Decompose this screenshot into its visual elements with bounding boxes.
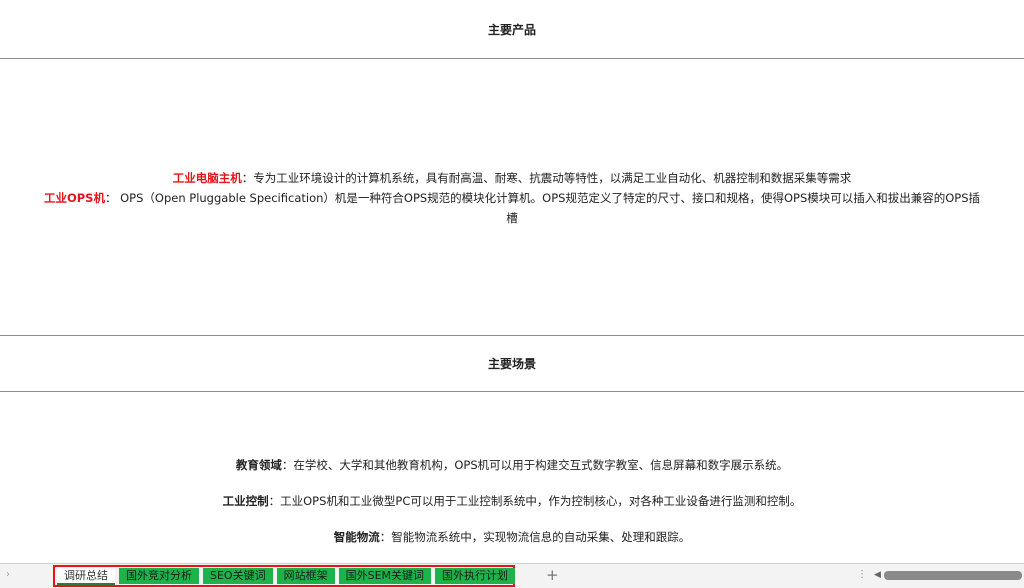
scenes-header: 主要场景	[487, 357, 536, 371]
products-header: 主要产品	[487, 22, 536, 37]
term-industrial-control: 工业控制	[222, 494, 269, 508]
desc-education: 在学校、大学和其他教育机构，OPS机可以用于构建交互式数字教室、信息屏幕和数字展…	[293, 458, 789, 472]
triangle-left-icon[interactable]: ◀	[874, 570, 881, 580]
tab-competitor-analysis[interactable]: 国外竞对分析	[119, 568, 199, 584]
tab-sem-keywords[interactable]: 国外SEM关键词	[338, 568, 432, 584]
products-header-cell[interactable]: 主要产品	[0, 0, 1024, 59]
scene-line-logistics: 智能物流：智能物流系统中，实现物流信息的自动采集、处理和跟踪。	[333, 530, 691, 544]
desc-industrial-control: 工业OPS机和工业微型PC可以用于工业控制系统中，作为控制核心，对各种工业设备进…	[280, 494, 802, 508]
sheet-tab-bar: › 调研总结 国外竞对分析 SEO关键词 网站框架 国外SEM关键词 国外执行计…	[0, 563, 1024, 588]
scene-line-industrial-control: 工业控制：工业OPS机和工业微型PC可以用于工业控制系统中，作为控制核心，对各种…	[222, 494, 802, 508]
desc-industrial-pc: 专为工业环境设计的计算机系统，具有耐高温、耐寒、抗震动等特性，以满足工业自动化、…	[253, 171, 852, 185]
scenes-header-cell[interactable]: 主要场景	[0, 335, 1024, 392]
horizontal-scrollbar[interactable]	[884, 571, 1022, 580]
chevron-right-icon[interactable]: ›	[6, 569, 10, 580]
term-education: 教育领域	[235, 458, 282, 472]
term-ops: 工业OPS机	[43, 191, 105, 205]
product-line-ops: 工业OPS机： OPS（Open Pluggable Specification…	[0, 188, 1024, 228]
desc-ops: OPS（Open Pluggable Specification）机是一种符合O…	[116, 191, 981, 205]
desc-logistics: 智能物流系统中，实现物流信息的自动采集、处理和跟踪。	[391, 530, 691, 544]
tab-seo-keywords[interactable]: SEO关键词	[203, 568, 273, 584]
scene-line-education: 教育领域：在学校、大学和其他教育机构，OPS机可以用于构建交互式数字教室、信息屏…	[235, 458, 789, 472]
term-logistics: 智能物流	[333, 530, 380, 544]
term-industrial-pc: 工业电脑主机	[172, 171, 242, 185]
spreadsheet-grid[interactable]: 主要产品 主要场景 工业电脑主机：专为工业环境设计的计算机系统，具有耐高温、耐寒…	[0, 0, 1024, 563]
sheet-tabs-highlight: 调研总结 国外竞对分析 SEO关键词 网站框架 国外SEM关键词 国外执行计划	[53, 565, 516, 587]
tab-research-summary[interactable]: 调研总结	[57, 567, 115, 585]
tab-execution-plan[interactable]: 国外执行计划	[435, 568, 516, 584]
more-vertical-icon[interactable]: ⋮	[857, 569, 867, 580]
plus-icon[interactable]: +	[546, 566, 559, 584]
product-line-industrial-pc: 工业电脑主机：专为工业环境设计的计算机系统，具有耐高温、耐寒、抗震动等特性，以满…	[172, 171, 852, 185]
desc-ops-wrap: 槽	[506, 211, 518, 225]
tab-site-structure[interactable]: 网站框架	[276, 568, 335, 584]
